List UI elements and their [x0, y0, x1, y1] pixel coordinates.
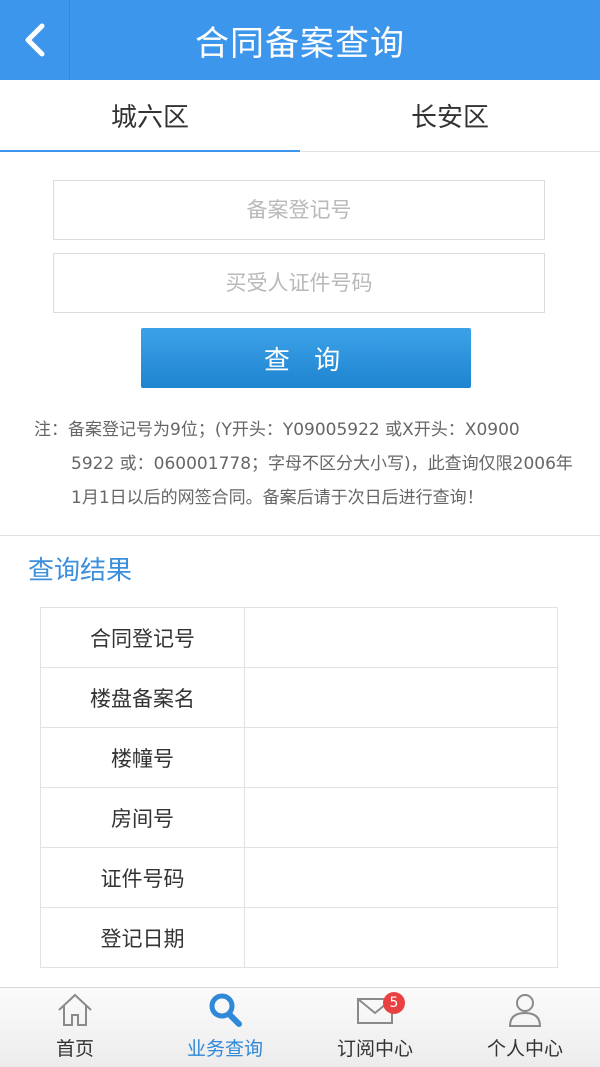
nav-personal-center-label: 个人中心 — [486, 1038, 563, 1060]
record-no-field[interactable] — [53, 180, 545, 240]
section-divider — [0, 535, 600, 536]
notification-badge: 5 — [383, 992, 405, 1014]
id-no-field[interactable] — [53, 253, 545, 313]
nav-subscription-label: 订阅中心 — [336, 1038, 413, 1060]
nav-home-label: 首页 — [55, 1038, 94, 1060]
tab-changanqu[interactable]: 长安区 — [300, 80, 600, 151]
bottom-nav: 首页 业务查询 5 订阅中心 个人中心 — [0, 987, 600, 1067]
row-value — [244, 667, 558, 728]
table-row: 房间号 — [40, 787, 558, 848]
row-label: 楼盘备案名 — [40, 667, 245, 728]
back-button[interactable] — [0, 0, 70, 80]
row-value — [244, 607, 558, 668]
app-header: 合同备案查询 — [0, 0, 600, 80]
row-value — [244, 727, 558, 788]
row-value — [244, 847, 558, 908]
id-no-input[interactable] — [54, 254, 544, 312]
row-label: 证件号码 — [40, 847, 245, 908]
chevron-left-icon — [25, 23, 44, 57]
result-title: 查询结果 — [28, 556, 133, 586]
row-label: 楼幢号 — [40, 727, 245, 788]
nav-business-query-label: 业务查询 — [186, 1038, 263, 1060]
tab-chengliuqu[interactable]: 城六区 — [0, 80, 300, 152]
table-row: 楼幢号 — [40, 727, 558, 788]
note-lead: 注：备案登记号为9位；(Y开头：Y09005922 或X开头：X0900 — [34, 420, 520, 440]
table-row: 证件号码 — [40, 847, 558, 908]
home-icon — [58, 993, 92, 1026]
table-row: 楼盘备案名 — [40, 667, 558, 728]
query-note: 注：备案登记号为9位；(Y开头：Y09005922 或X开头：X0900 592… — [34, 413, 574, 515]
table-row: 登记日期 — [40, 907, 558, 968]
row-value — [244, 787, 558, 848]
table-row: 合同登记号 — [40, 607, 558, 668]
search-icon — [209, 993, 242, 1027]
nav-home[interactable]: 首页 — [0, 988, 150, 1067]
page-title: 合同备案查询 — [195, 23, 405, 64]
query-button[interactable]: 查 询 — [141, 328, 471, 388]
row-label: 合同登记号 — [40, 607, 245, 668]
row-label: 登记日期 — [40, 907, 245, 968]
district-tabs: 城六区 长安区 — [0, 80, 600, 152]
result-table: 合同登记号 楼盘备案名 楼幢号 房间号 证件号码 登记日期 — [40, 607, 558, 968]
row-value — [244, 907, 558, 968]
nav-subscription[interactable]: 5 订阅中心 — [300, 988, 450, 1067]
nav-business-query[interactable]: 业务查询 — [150, 988, 300, 1067]
nav-personal-center[interactable]: 个人中心 — [450, 988, 600, 1067]
row-label: 房间号 — [40, 787, 245, 848]
user-icon — [508, 994, 542, 1027]
note-rest: 5922 或：060001778；字母不区分大小写)，此查询仅限2006年1月1… — [71, 454, 573, 508]
record-no-input[interactable] — [54, 181, 544, 239]
